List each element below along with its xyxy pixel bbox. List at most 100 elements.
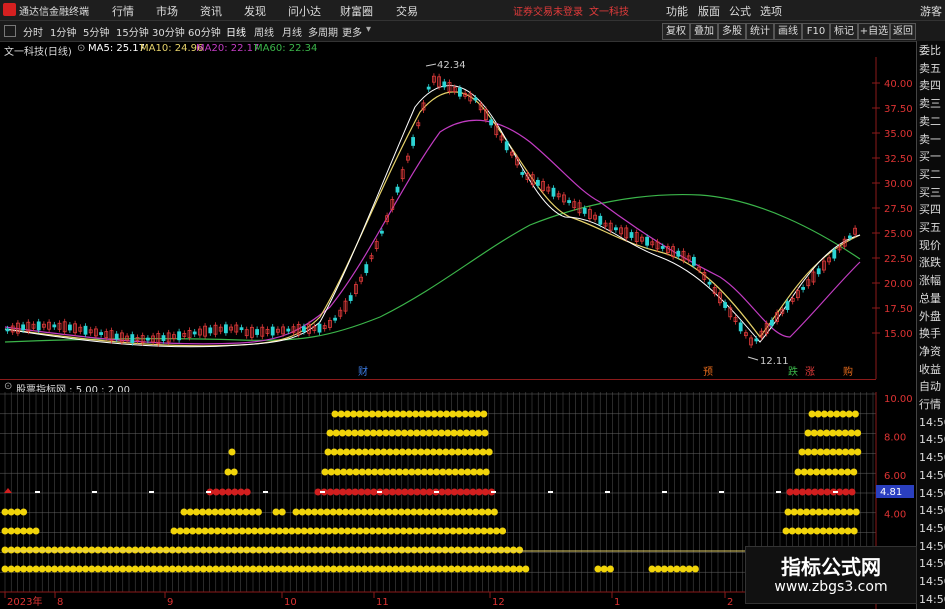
side-panel-item[interactable]: 买一 xyxy=(919,149,945,164)
menu-item-shichang[interactable]: 市场 xyxy=(156,3,178,19)
indicator-dot xyxy=(311,565,319,573)
menu-item-caifuquan[interactable]: 财富圈 xyxy=(340,3,373,19)
login-warning[interactable]: 证券交易未登录 xyxy=(513,3,583,18)
price-chart[interactable]: 40.00 37.50 35.00 32.50 30.00 27.50 25.00 22.50… xyxy=(0,57,915,379)
side-panel-item[interactable]: 外盘 xyxy=(919,309,945,324)
indicator-dot xyxy=(282,527,290,535)
event-marker-label[interactable]: 预 xyxy=(703,366,713,378)
side-panel-item[interactable]: 14:50 xyxy=(919,503,945,518)
tab-weekly[interactable]: 周线 xyxy=(254,24,274,39)
side-panel-item[interactable]: 换手 xyxy=(919,326,945,341)
menu-item-jiaoyi[interactable]: 交易 xyxy=(396,3,418,19)
menu-item-hangqing[interactable]: 行情 xyxy=(112,3,134,19)
side-panel-item[interactable]: 卖五 xyxy=(919,61,945,76)
side-panel-item[interactable]: 自动 xyxy=(919,379,945,394)
multi-stock-button[interactable]: 多股 xyxy=(718,23,746,40)
tab-more[interactable]: 更多 xyxy=(342,24,362,39)
time-tick-label: 8 xyxy=(57,597,63,608)
side-panel-item[interactable]: 14:50 xyxy=(919,592,945,607)
overlay-button[interactable]: 叠加 xyxy=(690,23,718,40)
tab-60min[interactable]: 60分钟 xyxy=(188,24,221,39)
indicator-dot xyxy=(852,508,860,516)
tab-monthly[interactable]: 月线 xyxy=(282,24,302,39)
ma5-label: MA5: 25.17 xyxy=(88,43,146,54)
indicator-dot xyxy=(75,565,83,573)
indicator-dot xyxy=(794,468,802,476)
tab-1min[interactable]: 1分钟 xyxy=(50,24,76,39)
menu-item-faxian[interactable]: 发现 xyxy=(244,3,266,19)
candle-body xyxy=(707,281,712,285)
side-panel-item[interactable]: 买五 xyxy=(919,220,945,235)
indicator-dot xyxy=(255,546,263,554)
indicator-dot xyxy=(193,565,201,573)
mark-button[interactable]: 标记 xyxy=(830,23,858,40)
side-panel-item[interactable]: 委比 xyxy=(919,43,945,58)
menu-item-wenxiaoda[interactable]: 问小达 xyxy=(288,3,321,19)
indicator-dot xyxy=(364,488,372,496)
event-marker-label[interactable]: 购 xyxy=(843,365,853,378)
fuquan-button[interactable]: 复权 xyxy=(662,23,690,40)
add-watchlist-button[interactable]: +自选 xyxy=(858,23,890,40)
menu-bar: 通达信金融终端 行情 市场 资讯 发现 问小达 财富圈 交易 证券交易未登录 文… xyxy=(0,0,945,21)
side-panel-item[interactable]: 现价 xyxy=(919,238,945,253)
event-marker-label[interactable]: 涨 xyxy=(805,366,815,378)
indicator-dot xyxy=(484,508,492,516)
side-panel-item[interactable]: 卖四 xyxy=(919,78,945,93)
side-panel-item[interactable]: 卖一 xyxy=(919,132,945,147)
back-button[interactable]: 返回 xyxy=(890,23,916,40)
event-marker-label[interactable]: 财 xyxy=(358,365,368,378)
menu-item-zixun[interactable]: 资讯 xyxy=(200,3,222,19)
side-panel-item[interactable]: 买三 xyxy=(919,185,945,200)
more-chevron-icon[interactable]: ▾ xyxy=(366,24,371,35)
indicator-dot xyxy=(356,527,364,535)
side-panel-item[interactable]: 买四 xyxy=(919,202,945,217)
tab-5min[interactable]: 5分钟 xyxy=(83,24,109,39)
tab-30min[interactable]: 30分钟 xyxy=(152,24,185,39)
tab-15min[interactable]: 15分钟 xyxy=(116,24,149,39)
draw-line-button[interactable]: 画线 xyxy=(774,23,802,40)
tab-daily[interactable]: 日线 xyxy=(226,24,246,39)
menu-item-banmian[interactable]: 版面 xyxy=(698,3,720,19)
guest-button[interactable]: 游客 xyxy=(920,3,942,19)
side-panel-item[interactable]: 收益 xyxy=(919,362,945,377)
indicator-dot xyxy=(449,410,457,418)
side-panel-item[interactable]: 涨跌 xyxy=(919,255,945,270)
side-panel-item[interactable]: 14:50 xyxy=(919,556,945,571)
menu-item-gongneng[interactable]: 功能 xyxy=(666,3,688,19)
stats-button[interactable]: 统计 xyxy=(746,23,774,40)
side-panel-item[interactable]: 买二 xyxy=(919,167,945,182)
time-tick-label: 12 xyxy=(492,597,505,608)
indicator-dot xyxy=(201,527,209,535)
indicator-dot xyxy=(380,448,388,456)
side-panel-item[interactable]: 14:50 xyxy=(919,450,945,465)
event-marker-label[interactable]: 跌 xyxy=(788,365,798,378)
side-panel-item[interactable]: 总量 xyxy=(919,291,945,306)
tab-fenshi[interactable]: 分时 xyxy=(23,24,43,39)
side-panel-item[interactable]: 净资 xyxy=(919,344,945,359)
side-panel-item[interactable]: 14:50 xyxy=(919,486,945,501)
menu-item-gongshi[interactable]: 公式 xyxy=(729,3,751,19)
tab-multi-period[interactable]: 多周期 xyxy=(308,24,338,39)
indicator-dot xyxy=(844,468,852,476)
menu-item-xuanxiang[interactable]: 选项 xyxy=(760,3,782,19)
side-panel-item[interactable]: 14:50 xyxy=(919,415,945,430)
indicator-dot xyxy=(444,429,452,437)
indicator-dot xyxy=(230,565,238,573)
f10-button[interactable]: F10 xyxy=(802,23,830,40)
side-panel-item[interactable]: 14:50 xyxy=(919,539,945,554)
indicator-dot xyxy=(226,527,234,535)
side-panel-item[interactable]: 14:50 xyxy=(919,521,945,536)
indicator-dot xyxy=(811,488,819,496)
side-panel-item[interactable]: 14:50 xyxy=(919,574,945,589)
side-panel-item[interactable]: 卖二 xyxy=(919,114,945,129)
side-panel-item[interactable]: 14:50 xyxy=(919,468,945,483)
indicator-settings-icon[interactable]: ⊙ xyxy=(4,381,12,392)
indicator-dot xyxy=(345,488,353,496)
indicator-dot xyxy=(841,448,849,456)
collapse-icon[interactable] xyxy=(4,25,16,37)
side-panel-item[interactable]: 卖三 xyxy=(919,96,945,111)
info-icon[interactable]: ⊙ xyxy=(77,43,85,54)
side-panel-item[interactable]: 涨幅 xyxy=(919,273,945,288)
side-panel-item[interactable]: 14:50 xyxy=(919,432,945,447)
side-panel-item[interactable]: 行情 xyxy=(919,397,945,412)
